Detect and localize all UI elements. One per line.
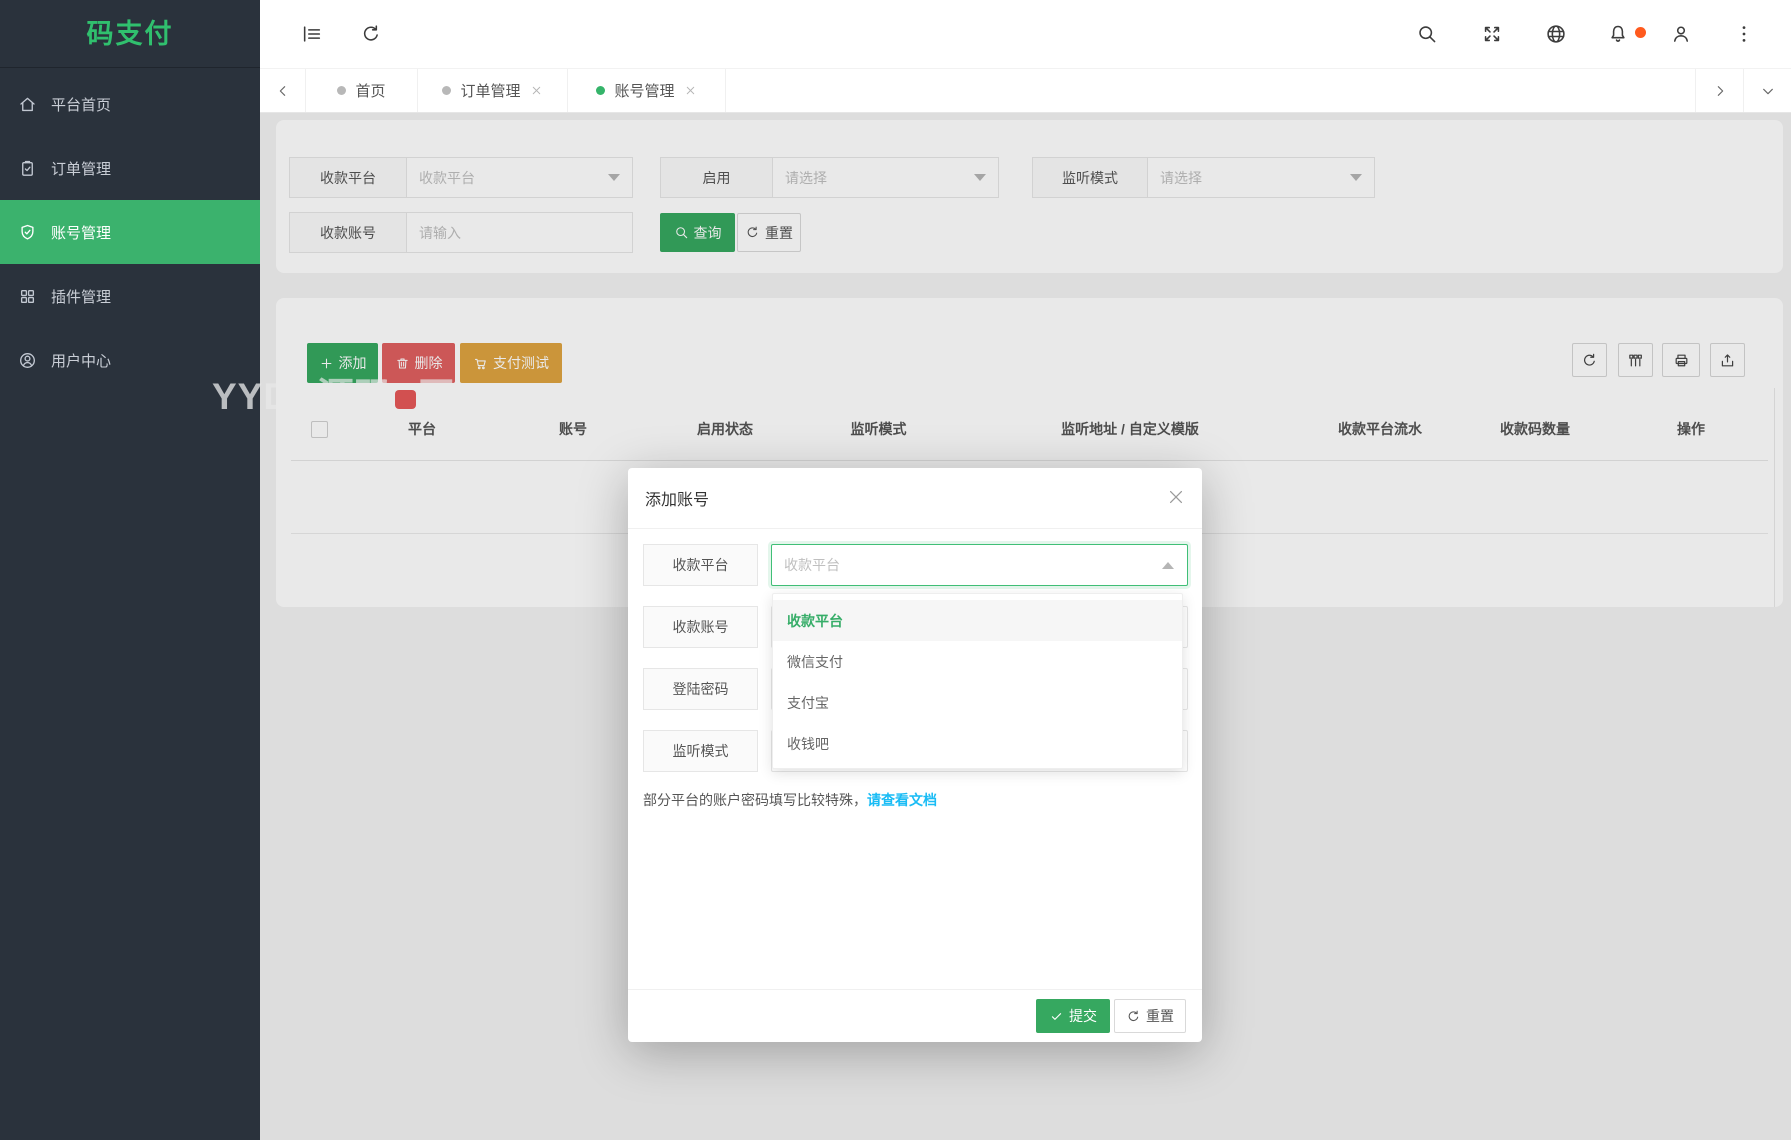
notification-dot <box>1635 27 1646 38</box>
sidebar-menu: 平台首页 订单管理 账号管理 插件管理 用户中心 <box>0 72 260 392</box>
modal-note: 部分平台的账户密码填写比较特殊，请查看文档 <box>643 792 937 808</box>
sidebar-item-accounts[interactable]: 账号管理 <box>0 200 260 264</box>
search-icon[interactable] <box>1416 23 1438 45</box>
select-placeholder: 收款平台 <box>784 557 840 573</box>
dropdown-option-platform[interactable]: 收款平台 <box>773 600 1182 641</box>
tab-label: 首页 <box>355 83 386 100</box>
sidebar: 码支付 平台首页 订单管理 账号管理 插件管理 用户中心 <box>0 0 260 1140</box>
order-clipboard-icon <box>18 159 37 178</box>
modal-header: 添加账号 <box>628 468 1202 529</box>
tab-orders[interactable]: 订单管理 <box>418 69 568 112</box>
tab-label: 订单管理 <box>460 83 521 100</box>
sidebar-item-label: 订单管理 <box>51 160 112 178</box>
tab-status-dot <box>337 86 347 95</box>
tabbar-controls <box>1695 69 1791 112</box>
modal-footer: 提交 重置 <box>628 989 1202 1042</box>
sidebar-item-label: 账号管理 <box>51 224 112 242</box>
modal-listen-mode-label: 监听模式 <box>643 730 758 772</box>
dropdown-option-shouqianba[interactable]: 收钱吧 <box>773 723 1182 764</box>
app-window: 码支付 平台首页 订单管理 账号管理 插件管理 用户中心 首页 订单管理 账号管… <box>0 0 1791 1140</box>
add-account-modal: 添加账号 收款平台 收款平台 收款账号 登陆密码 监听模式 收款平台 微信支付 … <box>628 468 1202 1042</box>
tabbar: 首页 订单管理 账号管理 <box>260 68 1791 113</box>
modal-title: 添加账号 <box>645 492 710 509</box>
check-icon <box>1051 1012 1062 1020</box>
sidebar-item-label: 用户中心 <box>51 352 112 370</box>
tab-status-dot <box>596 86 606 95</box>
sidebar-item-user-center[interactable]: 用户中心 <box>0 328 260 392</box>
refresh-icon <box>1128 1010 1139 1021</box>
tabs-menu-button[interactable] <box>1743 69 1791 112</box>
modal-platform-select[interactable]: 收款平台 <box>771 544 1188 586</box>
dropdown-option-alipay[interactable]: 支付宝 <box>773 682 1182 723</box>
user-icon[interactable] <box>1670 23 1692 45</box>
platform-dropdown: 收款平台 微信支付 支付宝 收钱吧 <box>772 593 1183 769</box>
home-icon <box>18 95 37 114</box>
sidebar-item-label: 插件管理 <box>51 288 112 306</box>
tabs-scroll-right-button[interactable] <box>1695 69 1743 112</box>
app-logo: 码支付 <box>0 0 260 68</box>
modal-platform-label: 收款平台 <box>643 544 758 586</box>
tab-close-icon[interactable] <box>684 84 697 97</box>
sidebar-item-label: 平台首页 <box>51 96 112 114</box>
modal-account-label: 收款账号 <box>643 606 758 648</box>
bell-icon[interactable] <box>1607 23 1629 45</box>
tab-home[interactable]: 首页 <box>306 69 418 112</box>
sidebar-item-home[interactable]: 平台首页 <box>0 72 260 136</box>
close-icon[interactable] <box>1166 487 1186 507</box>
shield-check-icon <box>18 223 37 242</box>
sidebar-item-orders[interactable]: 订单管理 <box>0 136 260 200</box>
tab-status-dot <box>442 86 452 95</box>
user-circle-icon <box>18 351 37 370</box>
refresh-icon[interactable] <box>360 23 382 45</box>
plugin-grid-icon <box>18 287 37 306</box>
sidebar-item-plugins[interactable]: 插件管理 <box>0 264 260 328</box>
collapse-menu-icon[interactable] <box>301 23 323 45</box>
dropdown-option-wechat-pay[interactable]: 微信支付 <box>773 641 1182 682</box>
modal-password-label: 登陆密码 <box>643 668 758 710</box>
chevron-up-icon <box>1162 561 1174 569</box>
view-docs-link[interactable]: 请查看文档 <box>867 792 937 808</box>
modal-reset-button[interactable]: 重置 <box>1114 999 1186 1033</box>
fullscreen-icon[interactable] <box>1481 23 1503 45</box>
globe-icon[interactable] <box>1545 23 1567 45</box>
topbar <box>260 0 1791 68</box>
tab-accounts[interactable]: 账号管理 <box>568 69 726 112</box>
more-vertical-icon[interactable] <box>1733 23 1755 45</box>
tab-label: 账号管理 <box>614 83 675 100</box>
tabs-scroll-left-button[interactable] <box>260 69 306 112</box>
submit-button[interactable]: 提交 <box>1036 999 1110 1033</box>
tab-close-icon[interactable] <box>530 84 543 97</box>
